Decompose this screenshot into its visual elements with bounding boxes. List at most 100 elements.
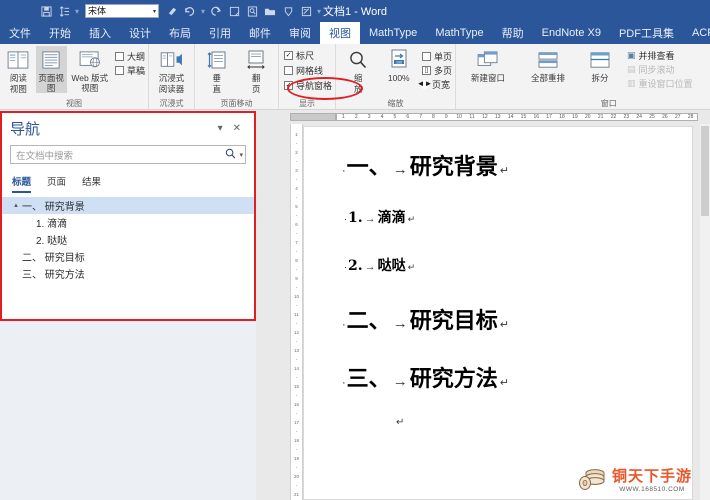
tab-review[interactable]: 审阅 [280, 22, 320, 44]
list-item[interactable]: ▲ 一、 研究背景 [2, 197, 254, 214]
ruler-tick-22: 22 [610, 114, 617, 120]
search-input[interactable]: 在文档中搜索 ▾ [10, 145, 246, 164]
outline-checkbox[interactable] [114, 51, 124, 61]
ruler-checkbox[interactable]: ✓ [284, 50, 293, 60]
close-icon[interactable]: ✕ [228, 123, 246, 134]
document-paragraph[interactable]: · 一、 → 研究背景 ↵ [342, 149, 692, 181]
outline-checkbox-row[interactable]: 大纲 [113, 49, 145, 63]
switch-windows-button[interactable]: 切换窗口 ▾ [701, 46, 710, 94]
vruler-tick-8: 8 [295, 258, 298, 263]
vruler-minor-tick: - [295, 429, 298, 434]
scrollbar-thumb[interactable] [701, 126, 709, 216]
ruler-left-margin[interactable] [290, 113, 336, 121]
tab-references[interactable]: 引用 [200, 22, 240, 44]
navigation-pane-checkbox[interactable]: ✓ [284, 80, 293, 90]
minimize-icon[interactable]: ▾ [213, 123, 228, 134]
tab-view[interactable]: 视图 [320, 22, 360, 44]
document-paragraph[interactable]: · 三、 → 研究方法 ↵ [342, 361, 692, 393]
list-item[interactable]: 2. 哒哒 [2, 231, 254, 248]
print-layout-button[interactable]: 页面视图 [35, 46, 67, 93]
document-paragraph[interactable]: · 2. → 哒哒 ↵ [342, 255, 692, 275]
tab-layout[interactable]: 布局 [160, 22, 200, 44]
ribbon-group-page-movement: 垂 直 翻 页 页面移动 [194, 44, 278, 109]
view-side-by-side-row[interactable]: ▣ 并排查看 [627, 48, 693, 62]
document-paragraph[interactable]: ↵ [342, 417, 692, 428]
tab-file[interactable]: 文件 [0, 22, 40, 44]
ribbon-group-zoom: 缩 放 100 100% 单页 ▯ 多页 ◄► 页宽 缩放 [335, 44, 455, 109]
save-icon[interactable] [38, 4, 54, 19]
font-name-box[interactable]: 宋体 ▾ [85, 4, 160, 18]
navigation-pane-checkbox-row[interactable]: ✓ 导航窗格 [282, 78, 332, 92]
more-commands-icon[interactable]: ▾ [316, 7, 322, 16]
zoom-100-button[interactable]: 100 100% [380, 46, 418, 83]
split-button[interactable]: 拆分 [579, 46, 621, 83]
vruler-tick-7: 7 [295, 240, 298, 245]
open-folder-icon[interactable] [262, 4, 278, 19]
tab-endnote[interactable]: EndNote X9 [533, 22, 610, 44]
tab-help[interactable]: 帮助 [493, 22, 533, 44]
tab-mathtype-2[interactable]: MathType [426, 22, 492, 44]
edit-doc-icon[interactable] [298, 4, 314, 19]
heading-label-1: 一、 研究背景 [22, 202, 85, 213]
tab-mailings[interactable]: 邮件 [240, 22, 280, 44]
document-paragraph[interactable]: · 二、 → 研究目标 ↵ [342, 303, 692, 335]
tab-design[interactable]: 设计 [120, 22, 160, 44]
note-icon[interactable] [226, 4, 242, 19]
vruler-tick-1: 1 [295, 132, 298, 137]
ruler-checkbox-row[interactable]: ✓ 标尺 [282, 48, 314, 62]
tab-mathtype-1[interactable]: MathType [360, 22, 426, 44]
document-paragraph[interactable]: · 1. → 滴滴 ↵ [342, 207, 692, 227]
heading-text: 研究目标 [409, 308, 498, 334]
gridlines-checkbox[interactable] [284, 65, 293, 75]
new-window-button[interactable]: 新建窗口 [459, 46, 517, 83]
page-width-row[interactable]: ◄► 页宽 [417, 77, 452, 91]
vertical-scroll-button[interactable]: 垂 直 [198, 46, 236, 94]
undo-icon[interactable] [182, 4, 198, 19]
ruler-tick-14: 14 [507, 114, 514, 120]
tab-home[interactable]: 开始 [40, 22, 80, 44]
font-name-value: 宋体 [88, 5, 107, 16]
ribbon-group-show: ✓ 标尺 网格线 ✓ 导航窗格 显示 [278, 44, 335, 109]
ruler-page-area[interactable]: 1 2 3 4 5 6 7 8 9 10 11 12 13 14 15 16 17 18 19 20 21 22 23 24 2… [336, 113, 698, 121]
list-item[interactable]: 二、 研究目标 [2, 248, 254, 265]
vertical-scrollbar[interactable] [700, 124, 710, 500]
line-spacing-icon[interactable] [56, 4, 72, 19]
vertical-ruler[interactable]: 1 - 2 - 3 - 4 - 5 - 6 - 7 - 8 - 9 - 10 - 11 - 12 - 13 - 14 - 15 - 16 - 1… [290, 124, 303, 500]
ruler-tick-13: 13 [494, 114, 501, 120]
arrange-all-button[interactable]: 全部重排 [519, 46, 577, 83]
web-layout-label: Web 版式视图 [71, 73, 109, 93]
shield-icon[interactable] [280, 4, 296, 19]
redo-icon[interactable] [208, 4, 224, 19]
nav-tab-headings[interactable]: 标题 [12, 174, 32, 193]
web-layout-button[interactable]: Web 版式视图 [69, 46, 111, 93]
search-options-chevron-down-icon[interactable]: ▾ [236, 151, 243, 159]
format-painter-icon[interactable] [164, 4, 180, 19]
read-mode-button[interactable]: 阅读 视图 [3, 46, 34, 94]
tab-pdf-tools[interactable]: PDF工具集 [610, 22, 683, 44]
nav-tab-pages[interactable]: 页面 [47, 174, 66, 193]
draft-checkbox[interactable] [114, 65, 124, 75]
search-icon[interactable] [225, 148, 236, 162]
heading-number: 一、 [346, 154, 391, 180]
multiple-pages-row[interactable]: ▯ 多页 [420, 63, 452, 77]
vertical-scroll-label-1: 垂 [212, 73, 221, 83]
print-preview-icon[interactable] [244, 4, 260, 19]
gridlines-checkbox-row[interactable]: 网格线 [282, 63, 323, 77]
one-page-row[interactable]: 单页 [420, 49, 452, 63]
list-item[interactable]: 1. 滴滴 [2, 214, 254, 231]
gridlines-label: 网格线 [296, 65, 324, 76]
immersive-reader-button[interactable]: 沉浸式 阅读器 [152, 46, 191, 94]
document-page[interactable]: · 一、 → 研究背景 ↵ · 1. → 滴滴 ↵ · 2. → 哒哒 ↵ · … [303, 126, 693, 500]
expander-icon[interactable]: ▲ [10, 203, 22, 209]
zoom-button[interactable]: 缩 放 [339, 46, 377, 94]
tab-acrobat[interactable]: ACROBAT [683, 22, 710, 44]
tab-insert[interactable]: 插入 [80, 22, 120, 44]
immersive-reader-label-1: 沉浸式 [158, 73, 185, 83]
nav-tab-results[interactable]: 结果 [82, 174, 101, 193]
horizontal-ruler[interactable]: 1 2 3 4 5 6 7 8 9 10 11 12 13 14 15 16 17 18 19 20 21 22 23 24 2… [256, 110, 710, 124]
heading-text: 研究背景 [409, 154, 498, 180]
list-item[interactable]: 三、 研究方法 [2, 265, 254, 282]
side-to-side-button[interactable]: 翻 页 [238, 46, 276, 94]
tab-arrow-icon: → [392, 373, 408, 390]
draft-checkbox-row[interactable]: 草稿 [113, 63, 145, 77]
